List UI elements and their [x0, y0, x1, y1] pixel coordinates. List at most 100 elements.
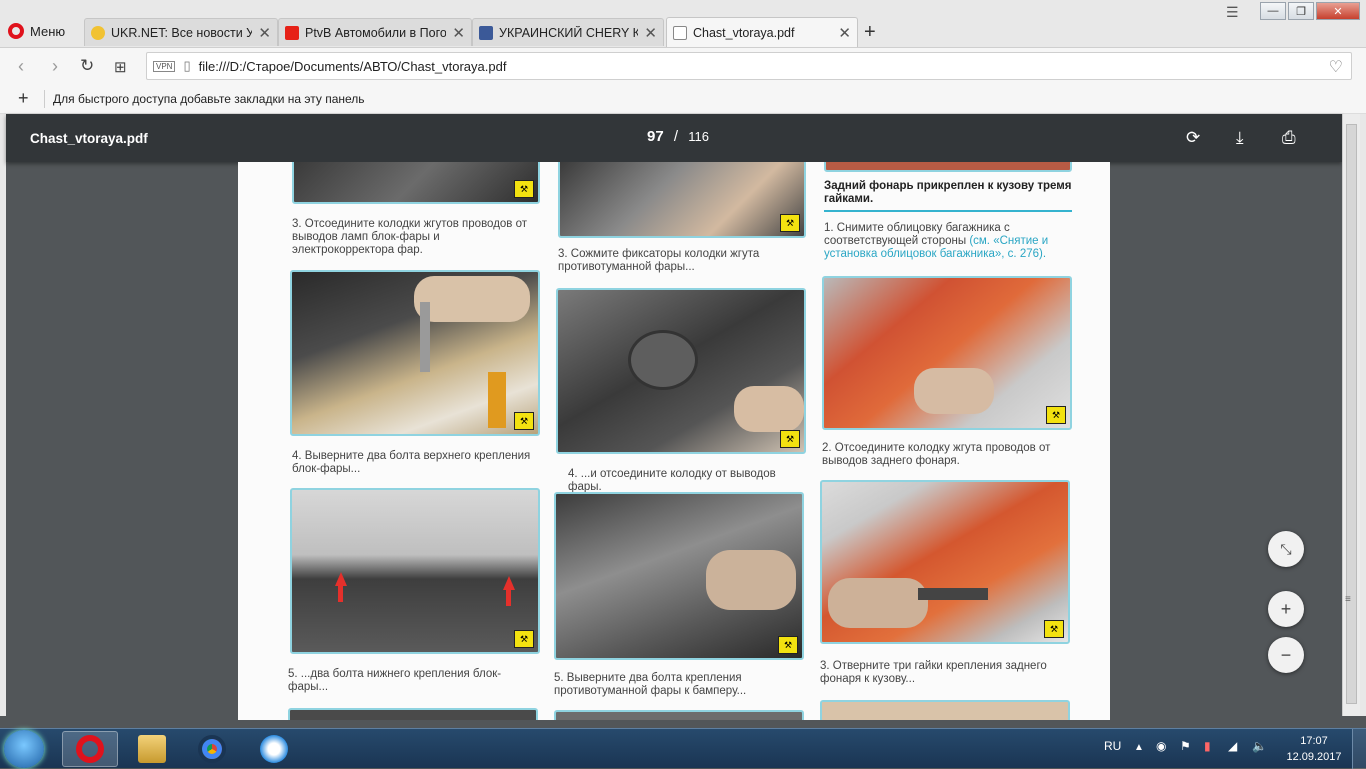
vertical-scrollbar[interactable] — [1342, 114, 1360, 716]
tray-expand-icon[interactable]: ▲ — [1134, 742, 1144, 753]
photo-col3-step3: ⚒ — [820, 480, 1070, 644]
zoom-in-icon[interactable]: + — [1268, 591, 1304, 627]
photo-col3-step2: ⚒ — [822, 276, 1072, 430]
tab-pdf[interactable]: Chast_vtoraya.pdf ✕ — [666, 17, 858, 47]
hand-shape — [734, 386, 804, 432]
zoom-out-icon[interactable]: − — [1268, 637, 1304, 673]
flag-icon[interactable]: ⚑ — [1180, 739, 1191, 753]
arrow-stem — [506, 590, 511, 606]
taskbar-chrome[interactable] — [184, 731, 240, 767]
new-tab-button[interactable]: + — [864, 21, 876, 44]
battery-icon[interactable]: ▮ — [1204, 739, 1211, 753]
tab-title: UKR.NET: Все новости Укр — [111, 25, 253, 40]
windows-taskbar: RU ▲ ◉ ⚑ ▮ ◢ 🔈 17:07 12.09.2017 — [0, 728, 1366, 769]
rotate-icon[interactable]: ⟳ — [1186, 128, 1200, 148]
clock[interactable]: 17:07 12.09.2017 — [1284, 733, 1344, 765]
close-icon[interactable]: ✕ — [258, 24, 271, 42]
amber-reflector-shape — [488, 372, 506, 428]
tool-badge-icon: ⚒ — [778, 636, 798, 654]
language-indicator[interactable]: RU — [1104, 739, 1121, 753]
bookmarks-bar: + Для быстрого доступа добавьте закладки… — [0, 84, 1366, 114]
photo-col2-step3: ⚒ — [558, 162, 806, 238]
start-button[interactable] — [4, 730, 44, 768]
photo-col2-step4: ⚒ — [556, 288, 806, 454]
wrench-shape — [918, 588, 988, 600]
tab-menu-icon[interactable]: ☰ — [1226, 4, 1239, 21]
tool-badge-icon: ⚒ — [780, 430, 800, 448]
network-icon[interactable]: ◉ — [1156, 739, 1166, 753]
taskbar-opera[interactable] — [62, 731, 118, 767]
hand-shape — [414, 276, 530, 322]
arrow-stem — [338, 586, 343, 602]
folder-icon — [138, 735, 166, 763]
print-icon[interactable]: ⎙ — [1282, 128, 1296, 148]
caption-col3-step3: 3. Отверните три гайки крепления заднего… — [820, 660, 1047, 685]
current-page[interactable]: 97 — [647, 128, 664, 145]
page-separator: / — [673, 128, 679, 145]
maximize-icon[interactable]: ❐ — [1288, 2, 1314, 20]
pdf-filename: Chast_vtoraya.pdf — [30, 131, 148, 146]
tab-chery-club[interactable]: УКРАИНСКИЙ CHERY КЛ ✕ — [472, 18, 664, 46]
opera-menu-button[interactable]: Меню — [8, 20, 65, 42]
show-desktop-button[interactable] — [1352, 729, 1366, 769]
section-heading-taillight: Задний фонарь прикреплен к кузову тремя … — [824, 180, 1072, 205]
tool-badge-icon: ⚒ — [514, 412, 534, 430]
photo-col1-step5: ⚒ — [290, 488, 540, 654]
photo-col1-step4: ⚒ — [290, 270, 540, 436]
opera-icon — [76, 735, 104, 763]
caption-col2-step5: 5. Выверните два болта крепления противо… — [554, 672, 747, 697]
right-gutter — [1360, 114, 1366, 716]
tab-title: PtvB Автомобили в Пого — [305, 25, 447, 40]
url-text[interactable]: file:///D:/Старое/Documents/АВТО/Chast_v… — [199, 59, 507, 74]
opera-logo-icon — [8, 23, 24, 39]
taskbar-explorer[interactable] — [124, 731, 180, 767]
close-icon[interactable]: ✕ — [838, 24, 851, 42]
file-icon: ▯ — [183, 58, 191, 73]
ukrnet-favicon-icon — [91, 25, 105, 40]
caption-col2-step4: 4. ...и отсоедините колодку от выводов ф… — [568, 468, 776, 493]
caption-col3-step1: 1. Снимите облицовку багажника с соответ… — [824, 222, 1074, 261]
tab-strip: Меню UKR.NET: Все новости Укр ✕ PtvB Авт… — [0, 0, 1366, 48]
close-icon[interactable]: ✕ — [644, 24, 657, 42]
heading-rule — [824, 210, 1072, 212]
tab-ukrnet[interactable]: UKR.NET: Все новости Укр ✕ — [84, 18, 278, 46]
document-favicon-icon — [673, 25, 687, 40]
back-icon[interactable]: ‹ — [18, 56, 24, 77]
hand-shape — [914, 368, 994, 414]
forward-icon[interactable]: › — [52, 56, 58, 77]
add-bookmark-icon[interactable]: + — [18, 88, 29, 109]
window-close-icon[interactable]: ✕ — [1316, 2, 1360, 20]
clock-date: 12.09.2017 — [1286, 751, 1342, 763]
pdf-page: ⚒ 3. Отсоедините колодки жгутов проводов… — [238, 162, 1110, 720]
tool-badge-icon: ⚒ — [514, 630, 534, 648]
photo-col1-next — [288, 708, 538, 720]
download-icon[interactable]: ⤓ — [1236, 128, 1244, 148]
taskbar-app[interactable] — [246, 731, 302, 767]
wrench-shape — [420, 302, 430, 372]
tab-title: УКРАИНСКИЙ CHERY КЛ — [499, 25, 639, 40]
scrollbar-thumb[interactable] — [1346, 124, 1357, 704]
caption-col1-step5: 5. ...два болта нижнего крепления блок-ф… — [288, 668, 502, 693]
signal-icon[interactable]: ◢ — [1228, 739, 1237, 753]
vpn-badge[interactable]: VPN — [153, 60, 176, 72]
page-indicator: 97 / 116 — [647, 128, 709, 145]
tab-youtube[interactable]: PtvB Автомобили в Пого ✕ — [278, 18, 472, 46]
reload-icon[interactable]: ↻ — [80, 56, 94, 76]
caption-col3-step2: 2. Отсоедините колодку жгута проводов от… — [822, 442, 1051, 467]
scroll-grip-icon: ≡ — [1345, 594, 1351, 605]
tool-badge-icon: ⚒ — [1044, 620, 1064, 638]
caption-col1-step4: 4. Выверните два болта верхнего креплени… — [292, 450, 531, 475]
address-bar-row: ‹ › ↻ ⊞ VPN ▯ file:///D:/Старое/Document… — [0, 48, 1366, 84]
clock-time: 17:07 — [1300, 735, 1328, 747]
fit-to-page-icon[interactable]: ⤡ — [1268, 531, 1304, 567]
chrome-icon — [198, 735, 226, 763]
photo-col3-next — [820, 700, 1070, 720]
speed-dial-icon[interactable]: ⊞ — [114, 58, 127, 76]
address-field[interactable]: VPN ▯ file:///D:/Старое/Documents/АВТО/C… — [146, 52, 1352, 80]
bookmarks-hint: Для быстрого доступа добавьте закладки н… — [53, 92, 365, 106]
minimize-icon[interactable]: — — [1260, 2, 1286, 20]
close-icon[interactable]: ✕ — [452, 24, 465, 42]
bookmark-heart-icon[interactable]: ♡ — [1329, 57, 1343, 77]
volume-icon[interactable]: 🔈 — [1252, 739, 1267, 753]
caption-col2-step3: 3. Сожмите фиксаторы колодки жгута проти… — [558, 248, 760, 273]
